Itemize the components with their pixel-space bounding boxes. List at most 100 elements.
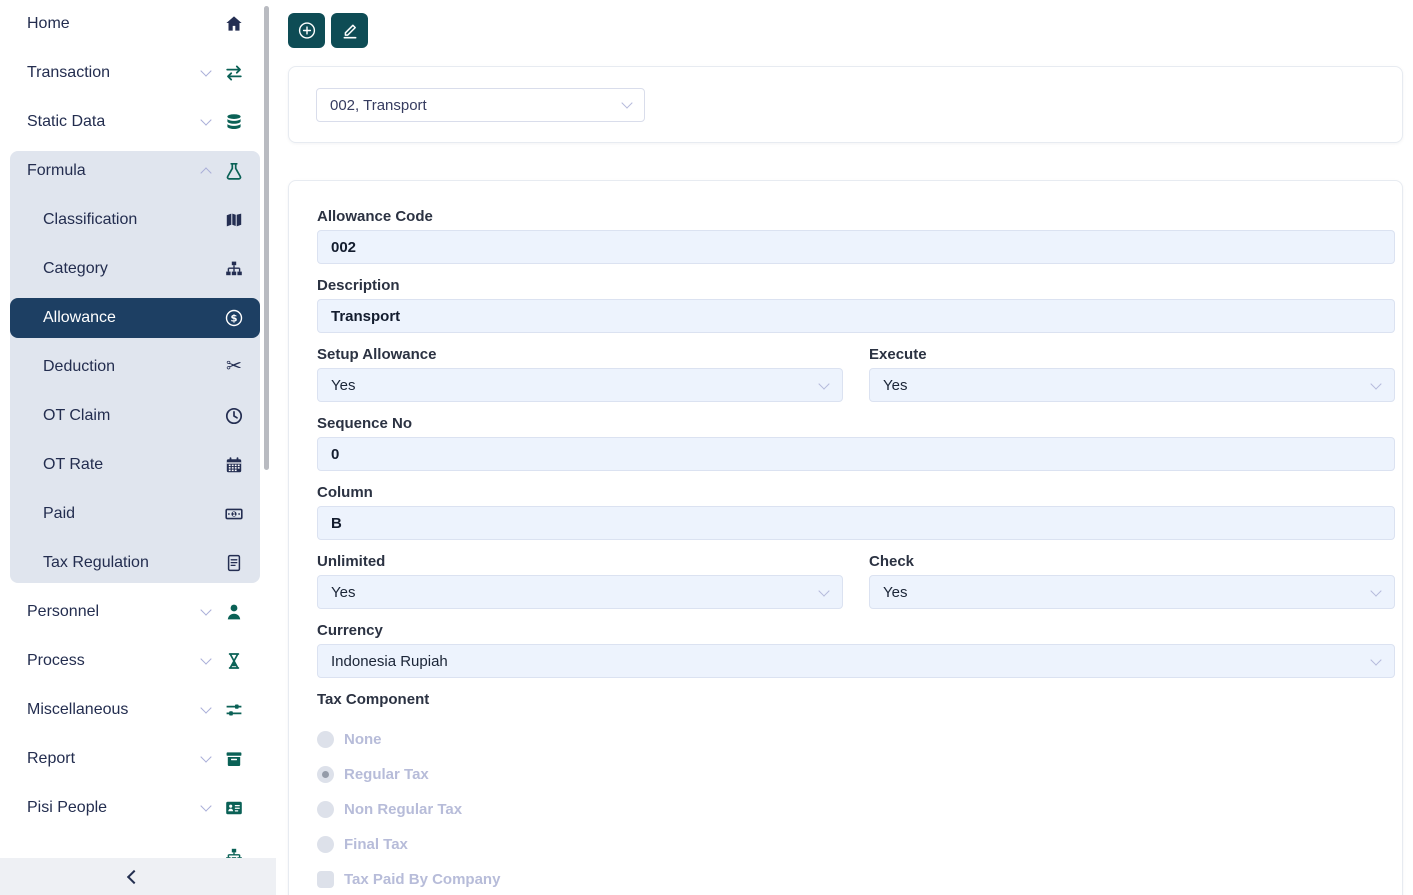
sidebar-item-classification[interactable]: Classification [10,200,260,240]
chevron-down-icon [1370,654,1381,665]
map-icon [224,210,244,230]
tax-paid-by-company-option: Tax Paid By Company [317,869,1395,889]
description-label: Description [317,277,1395,295]
record-select-value: 002, Transport [330,97,623,114]
clock-icon [224,406,244,426]
person-icon [224,602,244,622]
tax-option-final-tax: Final Tax [317,834,1395,854]
flask-icon [224,161,244,181]
formula-group: Formula Classification [10,151,260,583]
plus-circle-icon [297,21,317,41]
check-label: Check [869,553,1395,571]
sidebar-item-category[interactable]: Category [10,249,260,289]
sidebar-item-static-data[interactable]: Static Data [10,102,260,142]
document-icon [224,553,244,573]
sidebar-item-label: Category [43,260,224,278]
sequence-no-label: Sequence No [317,415,1395,433]
currency-select[interactable]: Indonesia Rupiah [317,644,1395,678]
sidebar-item-label: Allowance [43,309,224,327]
app-window: Home Transaction Static Data [0,0,1413,895]
sidebar-item-miscellaneous[interactable]: Miscellaneous [10,690,260,730]
tax-option-label: Non Regular Tax [344,801,462,818]
sidebar-item-transaction[interactable]: Transaction [10,53,260,93]
dollar-circle-icon: $ [224,308,244,328]
sidebar-collapse-button[interactable] [0,858,276,895]
tax-option-label: Final Tax [344,836,408,853]
setup-allowance-value: Yes [331,377,355,394]
sidebar-item-paid[interactable]: Paid 1 [10,494,260,534]
tax-option-label: Regular Tax [344,766,429,783]
unlimited-select[interactable]: Yes [317,575,843,609]
sidebar-item-deduction[interactable]: Deduction ✂ [10,347,260,387]
column-value: B [331,515,342,532]
check-select[interactable]: Yes [869,575,1395,609]
allowance-record-select[interactable]: 002, Transport [316,88,645,122]
calendar-icon [224,455,244,475]
transfer-arrows-icon [224,63,244,83]
sidebar-item-label: Classification [43,211,224,229]
sidebar-scrollbar[interactable] [264,6,269,470]
scissors-icon: ✂ [224,357,244,377]
sidebar-item-tax-regulation[interactable]: Tax Regulation [10,543,260,583]
edit-button[interactable] [331,13,368,48]
chevron-down-icon [200,800,211,811]
chevron-down-icon [200,114,211,125]
execute-select[interactable]: Yes [869,368,1395,402]
description-value: Transport [331,308,400,325]
allowance-code-label: Allowance Code [317,208,1395,226]
record-selector-card: 002, Transport [288,66,1403,143]
sidebar-item-personnel[interactable]: Personnel [10,592,260,632]
allowance-code-value: 002 [331,239,356,256]
radio-icon [317,801,334,818]
sidebar-item-formula[interactable]: Formula [10,151,260,191]
sidebar-item-label: Deduction [43,358,224,376]
sidebar-item-label: OT Claim [43,407,224,425]
tax-component-label: Tax Component [317,691,1395,709]
sidebar-item-label: OT Rate [43,456,224,474]
sidebar-item-label: Report [27,750,202,768]
unlimited-value: Yes [331,584,355,601]
sequence-no-field[interactable]: 0 [317,437,1395,471]
add-button[interactable] [288,13,325,48]
tax-component-options: None Regular Tax Non Regular Tax Final T… [317,729,1395,889]
sidebar-item-allowance[interactable]: Allowance $ [10,298,260,338]
sidebar-item-label: Tax Regulation [43,554,224,572]
tax-option-non-regular-tax: Non Regular Tax [317,799,1395,819]
svg-text:1: 1 [232,512,236,518]
chevron-up-icon [200,167,211,178]
banknote-icon: 1 [224,504,244,524]
description-field[interactable]: Transport [317,299,1395,333]
tax-option-none: None [317,729,1395,749]
chevron-down-icon [818,378,829,389]
tax-checkbox-label: Tax Paid By Company [344,871,500,888]
sidebar-item-label: Home [27,15,224,33]
sidebar-item-label: Pisi People [27,799,202,817]
sidebar-item-ot-rate[interactable]: OT Rate [10,445,260,485]
tax-option-regular-tax: Regular Tax [317,764,1395,784]
sidebar-item-home[interactable]: Home [10,4,260,44]
sidebar-item-process[interactable]: Process [10,641,260,681]
id-card-icon [224,798,244,818]
currency-value: Indonesia Rupiah [331,653,448,670]
home-icon [224,14,244,34]
chevron-down-icon [1370,585,1381,596]
sidebar: Home Transaction Static Data [0,0,276,895]
sidebar-item-ot-claim[interactable]: OT Claim [10,396,260,436]
hourglass-icon [224,651,244,671]
sidebar-item-label: Miscellaneous [27,701,202,719]
chevron-down-icon [200,751,211,762]
checkbox-icon [317,871,334,888]
radio-selected-icon [317,766,334,783]
sidebar-item-report[interactable]: Report [10,739,260,779]
allowance-code-field[interactable]: 002 [317,230,1395,264]
sidebar-item-label: Process [27,652,202,670]
column-field[interactable]: B [317,506,1395,540]
chevron-down-icon [200,604,211,615]
sidebar-item-label: Static Data [27,113,202,131]
chevron-down-icon [200,702,211,713]
chevron-down-icon [200,65,211,76]
chevron-down-icon [200,653,211,664]
sidebar-item-pisi-people[interactable]: Pisi People [10,788,260,828]
setup-allowance-select[interactable]: Yes [317,368,843,402]
column-label: Column [317,484,1395,502]
